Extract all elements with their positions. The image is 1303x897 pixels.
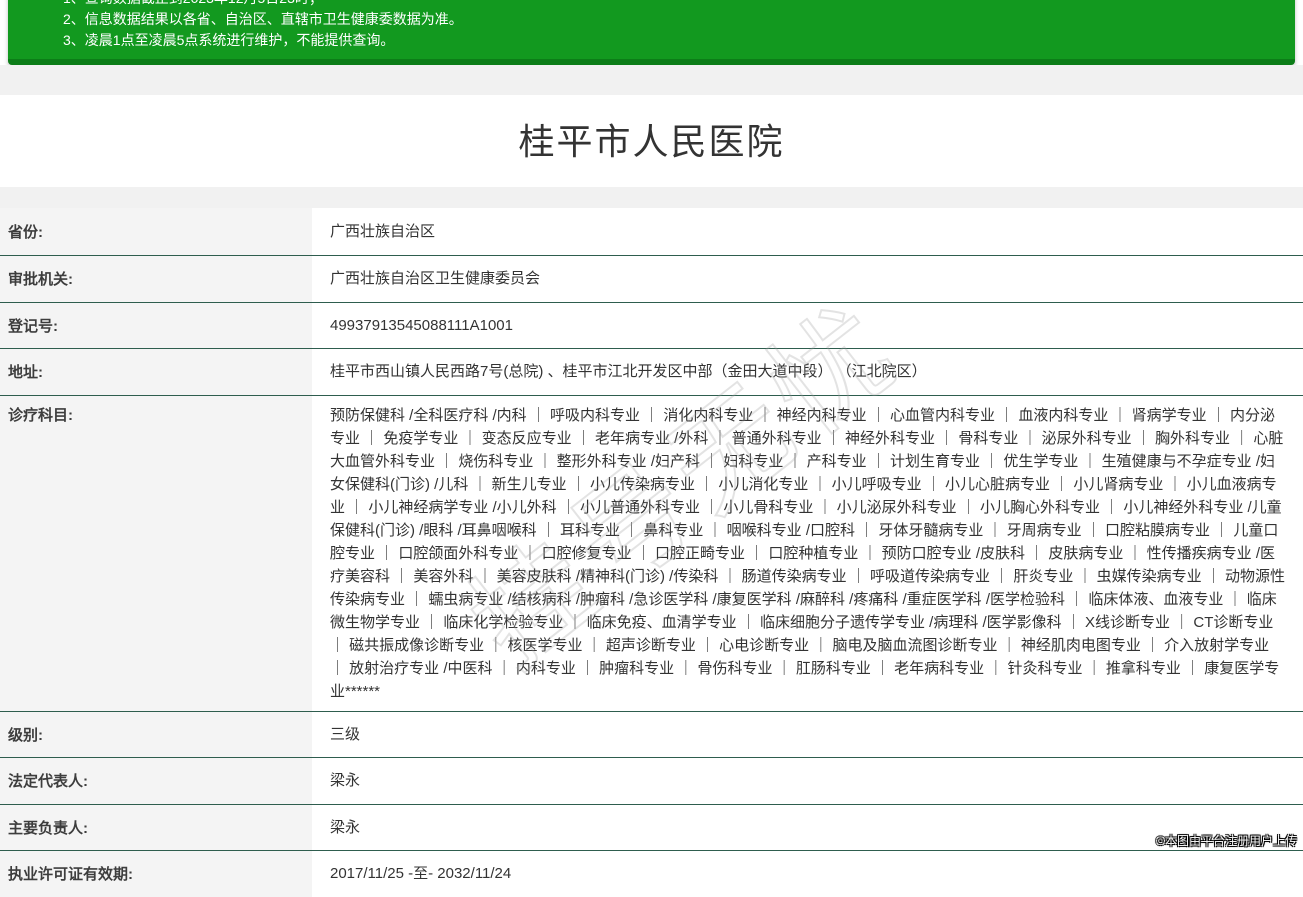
row-value: 广西壮族自治区 [312, 208, 1303, 255]
info-table: 省份: 广西壮族自治区 审批机关: 广西壮族自治区卫生健康委员会 登记号: 49… [0, 208, 1303, 897]
row-label: 主要负责人: [0, 805, 312, 851]
row-label: 审批机关: [0, 256, 312, 302]
table-row: 地址: 桂平市西山镇人民西路7号(总院) 、桂平市江北开发区中部（金田大道中段）… [0, 348, 1303, 395]
table-row: 级别: 三级 [0, 711, 1303, 758]
row-value: 2017/11/25 -至- 2032/11/24 [312, 851, 1303, 897]
notice-line: 2、信息数据结果以各省、自治区、直辖市卫生健康委数据为准。 [63, 9, 1275, 30]
table-row: 审批机关: 广西壮族自治区卫生健康委员会 [0, 255, 1303, 302]
row-label: 省份: [0, 208, 312, 255]
row-value: 三级 [312, 712, 1303, 758]
title-card: 桂平市人民医院 [0, 95, 1303, 187]
row-value: 梁永 [312, 758, 1303, 804]
spacer-strip [0, 187, 1303, 208]
row-label: 诊疗科目: [0, 396, 312, 711]
row-value: 广西壮族自治区卫生健康委员会 [312, 256, 1303, 302]
page-title: 桂平市人民医院 [0, 113, 1303, 165]
table-row: 执业许可证有效期: 2017/11/25 -至- 2032/11/24 [0, 850, 1303, 897]
spacer-strip [0, 65, 1303, 95]
notice-line: 3、凌晨1点至凌晨5点系统进行维护，不能提供查询。 [63, 30, 1275, 51]
row-label: 执业许可证有效期: [0, 851, 312, 897]
row-value: 梁永 [312, 805, 1303, 851]
row-label: 法定代表人: [0, 758, 312, 804]
table-row: 登记号: 49937913545088111A1001 [0, 302, 1303, 349]
row-label: 地址: [0, 349, 312, 395]
notice-line: 1、查询数据截止到2023年12月5日23时； [63, 0, 1275, 9]
notice-banner: 1、查询数据截止到2023年12月5日23时； 2、信息数据结果以各省、自治区、… [8, 0, 1295, 65]
hospital-info-page: { "banner": { "bg_color": "#12991f", "li… [0, 0, 1303, 851]
table-row: 诊疗科目: 预防保健科 /全科医疗科 /内科 ｜ 呼吸内科专业 ｜ 消化内科专业… [0, 395, 1303, 711]
row-value: 49937913545088111A1001 [312, 303, 1303, 349]
table-row: 主要负责人: 梁永 [0, 804, 1303, 851]
row-value: 预防保健科 /全科医疗科 /内科 ｜ 呼吸内科专业 ｜ 消化内科专业 ｜ 神经内… [312, 396, 1303, 711]
table-row: 法定代表人: 梁永 [0, 757, 1303, 804]
row-value: 桂平市西山镇人民西路7号(总院) 、桂平市江北开发区中部（金田大道中段） （江北… [312, 349, 1303, 395]
row-label: 登记号: [0, 303, 312, 349]
row-label: 级别: [0, 712, 312, 758]
table-row: 省份: 广西壮族自治区 [0, 208, 1303, 255]
